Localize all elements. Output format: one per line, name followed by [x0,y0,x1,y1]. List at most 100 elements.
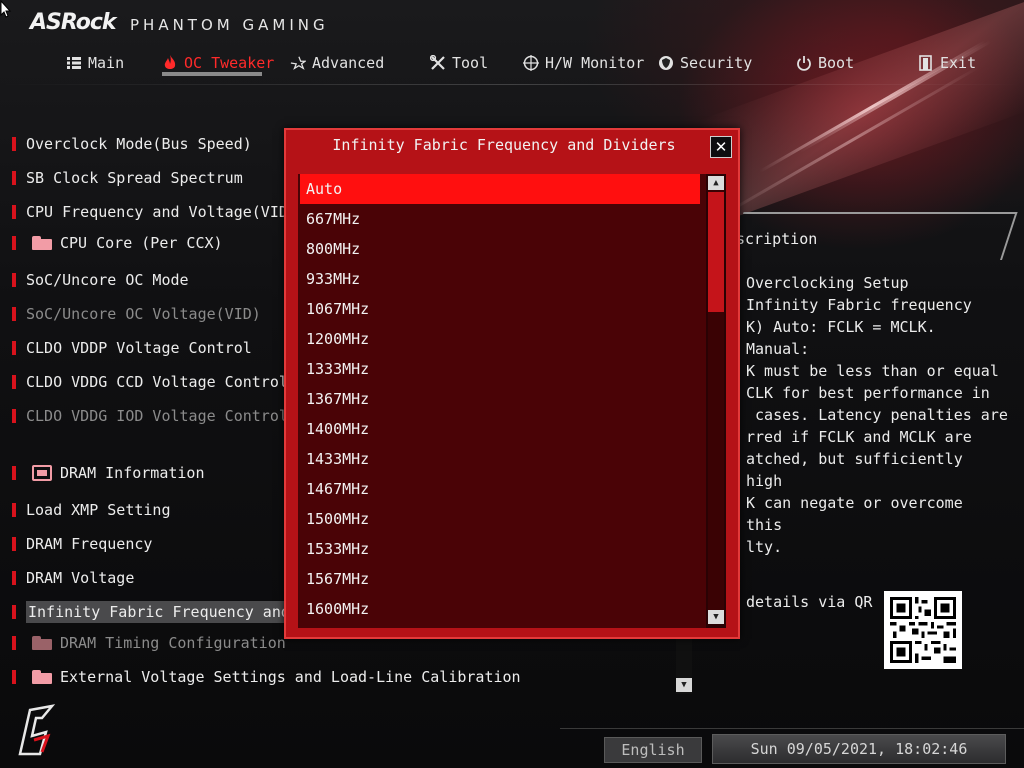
menu-item-label: Overclock Mode(Bus Speed) [26,135,252,153]
brand-subtitle: PHANTOM GAMING [130,16,329,34]
menu-item-external-voltage[interactable]: External Voltage Settings and Load-Line … [12,665,521,689]
item-marker [12,571,16,585]
menu-item-cldo-vddg-ccd[interactable]: CLDO VDDG CCD Voltage Control [12,370,288,394]
menu-item-soc-oc-mode[interactable]: SoC/Uncore OC Mode [12,268,189,292]
option-item[interactable]: 1500MHz [300,504,700,534]
active-tab-indicator [162,72,262,76]
dialog-title: Infinity Fabric Frequency and Dividers [332,136,676,154]
menu-item-dram-frequency[interactable]: DRAM Frequency [12,532,152,556]
crosshair-icon [523,55,539,71]
item-marker [12,205,16,219]
option-item[interactable]: 1567MHz [300,564,700,594]
option-item[interactable]: 1600MHz [300,594,700,624]
tab-label: Main [88,54,125,72]
item-marker [12,375,16,389]
menu-item-label: CPU Frequency and Voltage(VID) Ch [26,203,325,221]
tab-label: Boot [818,54,855,72]
brand-logo: ASRock [30,10,117,35]
menu-item-overclock-mode[interactable]: Overclock Mode(Bus Speed) [12,132,252,156]
option-item[interactable]: 1467MHz [300,474,700,504]
menu-item-dram-voltage[interactable]: DRAM Voltage [12,566,134,590]
item-marker [12,307,16,321]
tab-hw-monitor[interactable]: H/W Monitor [523,48,644,78]
item-marker [12,670,16,684]
option-item[interactable]: 1400MHz [300,414,700,444]
footer-divider [560,728,1024,729]
description-line: cases. Latency penalties are [746,406,1008,424]
menu-item-label: Load XMP Setting [26,501,171,519]
description-line: Infinity Fabric frequency [746,296,972,314]
shield-icon [658,55,674,71]
menu-item-dram-information[interactable]: DRAM Information [12,461,205,485]
item-marker [12,341,16,355]
tab-boot[interactable]: Boot [796,48,854,78]
menu-item-label: DRAM Information [60,464,205,482]
exit-icon [918,55,934,71]
item-marker [12,636,16,650]
dialog-scrollbar[interactable]: ▲ ▼ [706,174,726,628]
item-marker [12,409,16,423]
description-line: Overclocking Setup [746,274,909,292]
option-item[interactable]: 667MHz [300,204,700,234]
menu-item-cldo-vddp[interactable]: CLDO VDDP Voltage Control [12,336,252,360]
menu-item-label: Infinity Fabric Frequency and Di [26,601,319,623]
menu-item-label: DRAM Voltage [26,569,135,587]
menu-item-label: CLDO VDDP Voltage Control [26,339,252,357]
description-line: atched, but sufficiently high [746,450,963,490]
menu-item-label: DRAM Timing Configuration [60,634,286,652]
description-title: scription [736,230,818,248]
menu-item-label: External Voltage Settings and Load-Line … [60,668,521,686]
option-item[interactable]: 1433MHz [300,444,700,474]
menu-item-label: CPU Core (Per CCX) [60,234,223,252]
option-item[interactable]: Auto [300,174,700,204]
tab-security[interactable]: Security [658,48,752,78]
option-item[interactable]: 1333MHz [300,354,700,384]
item-marker [12,503,16,517]
phantom-gaming-logo-icon [18,704,56,756]
item-marker [12,171,16,185]
menu-item-sb-clock-spread[interactable]: SB Clock Spread Spectrum [12,166,243,190]
scroll-down-arrow-icon[interactable]: ▼ [676,678,692,692]
menu-item-load-xmp[interactable]: Load XMP Setting [12,498,171,522]
infinity-fabric-dialog: Infinity Fabric Frequency and Dividers ✕… [284,128,740,639]
tab-advanced[interactable]: Advanced [290,48,384,78]
main-tab-bar: Main OC Tweaker Advanced Tool H/W Monito… [0,48,1024,82]
description-line: CLK for best performance in [746,384,990,402]
folder-icon [32,236,52,250]
scroll-down-arrow-icon[interactable]: ▼ [708,610,724,624]
tab-exit[interactable]: Exit [918,48,976,78]
option-item[interactable]: 1367MHz [300,384,700,414]
tab-tool[interactable]: Tool [430,48,488,78]
option-item[interactable]: 1200MHz [300,324,700,354]
menu-item-label: SB Clock Spread Spectrum [26,169,243,187]
menu-item-cpu-frequency[interactable]: CPU Frequency and Voltage(VID) Ch [12,200,324,224]
option-item[interactable]: 1067MHz [300,294,700,324]
option-item[interactable]: 933MHz [300,264,700,294]
item-marker [12,605,16,619]
item-marker [12,137,16,151]
option-list: Auto 667MHz 800MHz 933MHz 1067MHz 1200MH… [298,174,706,628]
description-line: K) Auto: FCLK = MCLK. Manual: [746,318,936,358]
star-icon [290,55,306,71]
description-line: lty. [746,538,783,556]
menu-item-label: DRAM Frequency [26,535,153,553]
language-button[interactable]: English [604,737,702,763]
item-marker [12,537,16,551]
menu-item-cpu-core[interactable]: CPU Core (Per CCX) [12,231,223,255]
scroll-up-arrow-icon[interactable]: ▲ [708,176,724,190]
menu-item-dram-timing[interactable]: DRAM Timing Configuration [12,631,286,655]
menu-item-infinity-fabric[interactable]: Infinity Fabric Frequency and Di [12,600,319,624]
memory-icon [32,465,52,481]
power-icon [796,55,812,71]
description-text: Overclocking Setup Infinity Fabric frequ… [746,272,1008,558]
scroll-thumb[interactable] [708,192,724,312]
flame-icon [162,55,178,71]
close-button[interactable]: ✕ [710,136,732,158]
folder-icon [32,670,52,684]
tab-main[interactable]: Main [66,48,124,78]
option-item[interactable]: 1533MHz [300,534,700,564]
list-icon [66,55,82,71]
tab-label: Exit [940,54,977,72]
menu-item-cldo-vddg-iod: CLDO VDDG IOD Voltage Control [12,404,288,428]
option-item[interactable]: 800MHz [300,234,700,264]
